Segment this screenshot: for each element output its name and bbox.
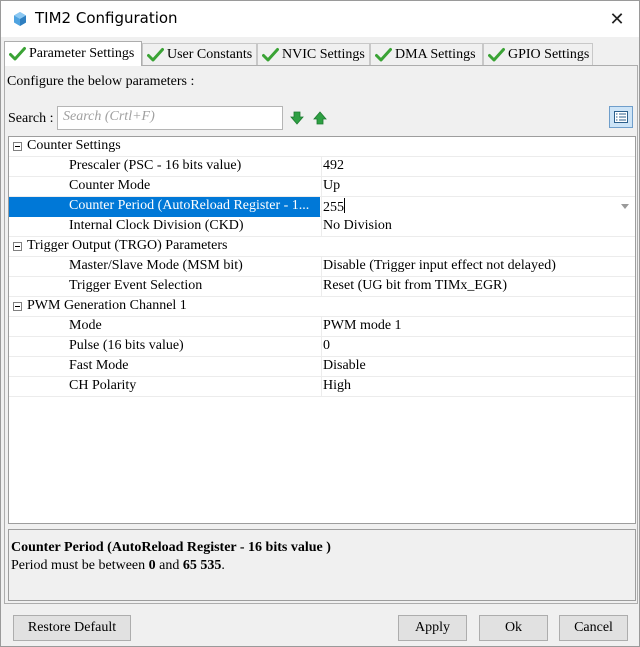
description-middle: and — [155, 558, 183, 573]
tim2-configuration-dialog: TIM2 Configuration ✕ Parameter Settings … — [0, 0, 640, 647]
close-button[interactable]: ✕ — [595, 1, 639, 37]
apply-button[interactable]: Apply — [398, 615, 467, 641]
check-icon — [9, 47, 26, 61]
param-name: Counter Period (AutoReload Register - 1.… — [69, 198, 310, 213]
param-value[interactable]: Disable — [321, 357, 635, 377]
tab-label: Parameter Settings — [29, 46, 135, 61]
param-row-pulse[interactable]: Pulse (16 bits value) 0 — [9, 337, 635, 357]
description-prefix: Period must be between — [11, 558, 149, 573]
period-min: 0 — [148, 558, 156, 573]
parameter-settings-panel: Configure the below parameters : Search … — [4, 65, 638, 604]
property-grid: Counter Settings Prescaler (PSC - 16 bit… — [8, 136, 636, 524]
group-pwm-channel-1[interactable]: PWM Generation Channel 1 — [9, 297, 635, 317]
param-value[interactable]: High — [321, 377, 635, 397]
description-text: Period must be between 0 and 65 535. — [11, 558, 225, 574]
tab-label: DMA Settings — [395, 46, 476, 62]
dropdown-arrow-icon[interactable] — [621, 204, 629, 209]
description-suffix: . — [221, 558, 225, 573]
param-row-mode[interactable]: Mode PWM mode 1 — [9, 317, 635, 337]
check-icon — [262, 47, 279, 61]
period-max: 65 535 — [182, 558, 222, 573]
window-title: TIM2 Configuration — [35, 9, 178, 27]
search-input[interactable]: Search (Crtl+F) — [57, 106, 283, 130]
param-row-counter-mode[interactable]: Counter Mode Up — [9, 177, 635, 197]
param-value-editor[interactable]: 255 — [321, 197, 635, 217]
arrow-down-icon[interactable] — [290, 111, 304, 125]
param-row-counter-period[interactable]: Counter Period (AutoReload Register - 1.… — [9, 197, 635, 217]
group-trigger-output[interactable]: Trigger Output (TRGO) Parameters — [9, 237, 635, 257]
tab-parameter-settings[interactable]: Parameter Settings — [4, 41, 142, 66]
description-box: Counter Period (AutoReload Register - 16… — [8, 529, 636, 601]
param-name: Pulse (16 bits value) — [69, 338, 184, 353]
tab-strip: Parameter Settings User Constants NVIC S… — [4, 41, 638, 66]
close-icon: ✕ — [609, 8, 625, 30]
param-value[interactable]: Up — [321, 177, 635, 197]
param-name: Trigger Event Selection — [69, 278, 203, 293]
param-name: Master/Slave Mode (MSM bit) — [69, 258, 243, 273]
text-caret — [344, 198, 345, 213]
check-icon — [375, 47, 392, 61]
param-value[interactable]: Disable (Trigger input effect not delaye… — [321, 257, 635, 277]
param-name: Mode — [69, 318, 102, 333]
title-bar[interactable]: TIM2 Configuration ✕ — [1, 1, 639, 37]
restore-default-button[interactable]: Restore Default — [13, 615, 131, 641]
tab-label: NVIC Settings — [282, 46, 365, 62]
cube-icon — [14, 12, 26, 26]
param-row-master-slave-mode[interactable]: Master/Slave Mode (MSM bit) Disable (Tri… — [9, 257, 635, 277]
tab-label: GPIO Settings — [508, 46, 590, 62]
check-icon — [488, 47, 505, 61]
list-view-icon — [614, 111, 628, 123]
param-name: Counter Mode — [69, 178, 151, 193]
search-label: Search : — [8, 111, 54, 126]
group-title: Counter Settings — [27, 138, 121, 153]
list-view-button[interactable] — [609, 106, 633, 128]
param-value[interactable]: Reset (UG bit from TIMx_EGR) — [321, 277, 635, 297]
param-name: Internal Clock Division (CKD) — [69, 218, 244, 233]
param-row-clock-division[interactable]: Internal Clock Division (CKD) No Divisio… — [9, 217, 635, 237]
param-row-trigger-event[interactable]: Trigger Event Selection Reset (UG bit fr… — [9, 277, 635, 297]
configure-label: Configure the below parameters : — [7, 74, 195, 89]
collapse-icon[interactable] — [13, 302, 22, 311]
collapse-icon[interactable] — [13, 242, 22, 251]
tab-gpio-settings[interactable]: GPIO Settings — [483, 43, 593, 65]
param-value[interactable]: PWM mode 1 — [321, 317, 635, 337]
param-name: Prescaler (PSC - 16 bits value) — [69, 158, 242, 173]
arrow-up-icon[interactable] — [313, 111, 327, 125]
param-value[interactable]: 0 — [321, 337, 635, 357]
tab-nvic-settings[interactable]: NVIC Settings — [257, 43, 370, 65]
collapse-icon[interactable] — [13, 142, 22, 151]
param-row-fast-mode[interactable]: Fast Mode Disable — [9, 357, 635, 377]
group-title: PWM Generation Channel 1 — [27, 298, 187, 313]
param-row-prescaler[interactable]: Prescaler (PSC - 16 bits value) 492 — [9, 157, 635, 177]
param-value[interactable]: 492 — [321, 157, 635, 177]
description-title: Counter Period (AutoReload Register - 16… — [11, 540, 331, 555]
ok-button[interactable]: Ok — [479, 615, 548, 641]
tab-label: User Constants — [167, 46, 253, 62]
tab-user-constants[interactable]: User Constants — [142, 43, 257, 65]
tab-dma-settings[interactable]: DMA Settings — [370, 43, 483, 65]
param-name: CH Polarity — [69, 378, 137, 393]
param-value-text: 255 — [323, 200, 344, 215]
cancel-button[interactable]: Cancel — [559, 615, 628, 641]
param-row-ch-polarity[interactable]: CH Polarity High — [9, 377, 635, 397]
group-counter-settings[interactable]: Counter Settings — [9, 137, 635, 157]
group-title: Trigger Output (TRGO) Parameters — [27, 238, 228, 253]
param-value[interactable]: No Division — [321, 217, 635, 237]
param-name: Fast Mode — [69, 358, 129, 373]
check-icon — [147, 47, 164, 61]
